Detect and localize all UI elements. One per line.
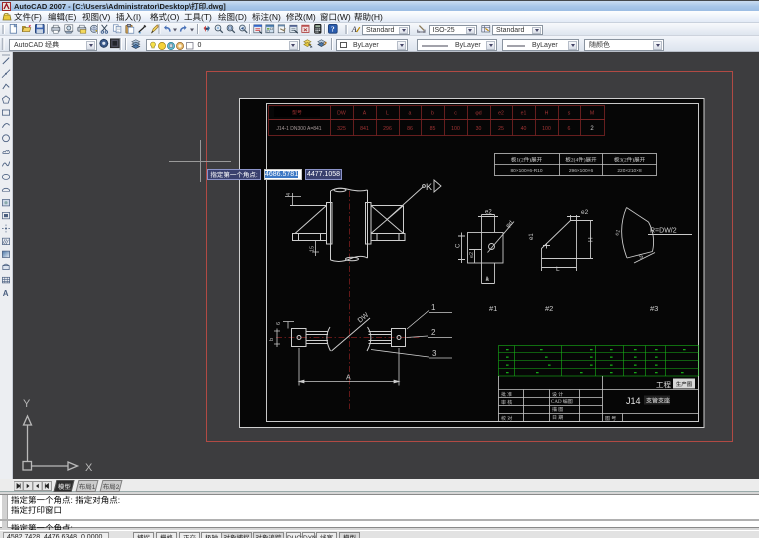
svg-text:L: L [556,266,560,273]
svg-text:3: 3 [432,349,437,358]
svg-text:板2(4件)展开: 板2(4件)展开 [565,156,597,164]
svg-text:型号: 型号 [292,109,302,116]
svg-text:2: 2 [431,328,436,337]
svg-text:校 对: 校 对 [501,415,512,422]
svg-text:15: 15 [310,246,316,252]
svg-text:支管支座: 支管支座 [646,396,670,405]
svg-text:H: H [588,237,595,242]
svg-text:a: a [409,111,412,117]
svg-text:#2: #2 [545,304,553,313]
svg-text:e1: e1 [521,111,527,117]
svg-text:A: A [346,375,351,382]
svg-text:Y: Y [23,398,31,410]
svg-text:审 核: 审 核 [501,399,512,406]
svg-text:J14-1 DN300 A=841: J14-1 DN300 A=841 [276,126,321,132]
svg-text:e2: e2 [485,210,492,216]
svg-text:296: 296 [383,126,392,132]
svg-text:e1: e1 [529,233,535,240]
svg-text:6: 6 [276,322,282,325]
svg-text:C: C [456,243,462,248]
svg-text:DW: DW [337,111,346,117]
svg-text:e2: e2 [581,209,589,216]
svg-text:30: 30 [476,126,482,132]
svg-text:设 计: 设 计 [552,391,563,398]
svg-text:e2: e2 [469,252,475,258]
svg-text:X: X [85,462,93,474]
svg-text:1: 1 [431,303,436,312]
svg-text:生产图: 生产图 [676,380,693,388]
svg-text:325: 325 [337,126,346,132]
svg-text:25: 25 [498,126,504,132]
svg-text:#3: #3 [650,304,658,313]
svg-text:M: M [590,111,594,117]
svg-text:板3(2件)展开: 板3(2件)展开 [614,156,646,164]
svg-text:220×210×8: 220×210×8 [617,168,642,174]
svg-text:b: b [431,111,434,117]
svg-text:b: b [269,338,275,341]
svg-text:6: 6 [568,126,571,132]
svg-text:80×100×6-R10: 80×100×6-R10 [510,168,542,174]
svg-text:?: ? [331,26,335,34]
svg-text:日 期: 日 期 [552,414,563,421]
svg-text:100: 100 [451,126,460,132]
svg-text:86: 86 [407,126,413,132]
svg-text:R=DW/2: R=DW/2 [650,228,677,235]
svg-text:批 准: 批 准 [501,391,512,398]
svg-text:296×100×6: 296×100×6 [569,168,594,174]
svg-text:图 号: 图 号 [605,415,616,422]
svg-text:H: H [545,111,549,117]
svg-text:85: 85 [430,126,436,132]
svg-text:K: K [426,182,432,192]
svg-text:φd: φd [475,111,481,117]
svg-text:A: A [363,111,367,117]
svg-text:#1: #1 [489,304,497,313]
svg-text:A: A [3,289,9,298]
svg-text:40: 40 [521,126,527,132]
svg-text:100: 100 [542,126,551,132]
svg-text:c: c [454,111,457,117]
svg-text:板1(2件)展开: 板1(2件)展开 [511,156,543,164]
svg-text:描 图: 描 图 [552,406,563,413]
svg-text:e2: e2 [498,111,504,117]
svg-text:A: A [351,25,357,34]
svg-text:841: 841 [360,126,369,132]
svg-text:CAD 编图: CAD 编图 [551,398,573,405]
svg-text:s: s [568,111,571,117]
svg-text:工程: 工程 [656,380,671,391]
svg-text:L: L [386,111,389,117]
svg-text:4: 4 [286,193,292,196]
svg-text:J14: J14 [626,396,641,406]
